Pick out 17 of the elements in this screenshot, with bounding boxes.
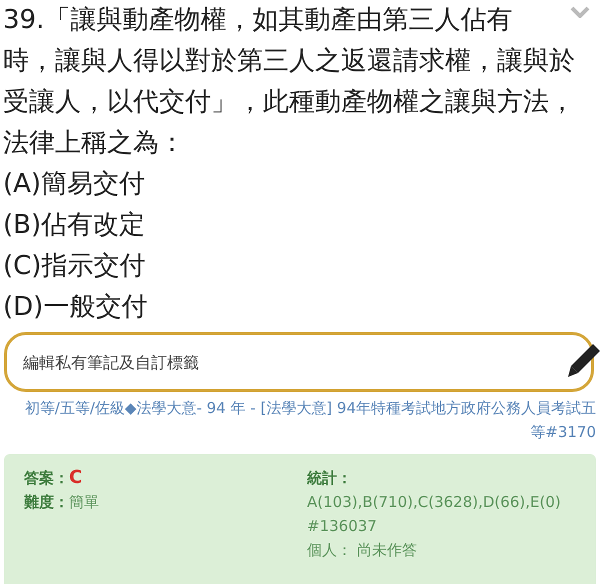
personal-value: 尚未作答 (356, 541, 417, 559)
stats-label: 統計： (307, 468, 353, 489)
question-text: 39.「讓與動產物權，如其動產由第三人佔有時，讓與人得以對於第三人之返還請求權，讓與於受讓人，以代交付」，此種動產物權之讓與方法，法律上稱之為： (3, 5, 575, 158)
answer-option: (B)佔有改定 (0, 205, 600, 246)
answer-option: (C)指示交付 (0, 246, 600, 287)
note-field[interactable]: 編輯私有筆記及自訂標籤 (4, 332, 594, 392)
question-id: #136037 (307, 516, 378, 537)
answer-option: (D)一般交付 (0, 287, 600, 328)
answer-label: 答案： (24, 469, 69, 487)
answer-value: C (69, 467, 82, 488)
answer-option: (A)簡易交付 (0, 164, 600, 205)
difficulty-label: 難度： (24, 493, 69, 511)
difficulty-value: 簡單 (69, 493, 99, 511)
stats-value: A(103),B(710),C(3628),D(66),E(0) (307, 492, 561, 513)
personal-label: 個人： (307, 541, 352, 559)
exam-source-link[interactable]: 初等/五等/佐級◆法學大意- 94 年 - [法學大意] 94年特種考試地方政府公務人員考試五等#3170 (10, 396, 596, 444)
pencil-icon[interactable] (566, 342, 600, 378)
